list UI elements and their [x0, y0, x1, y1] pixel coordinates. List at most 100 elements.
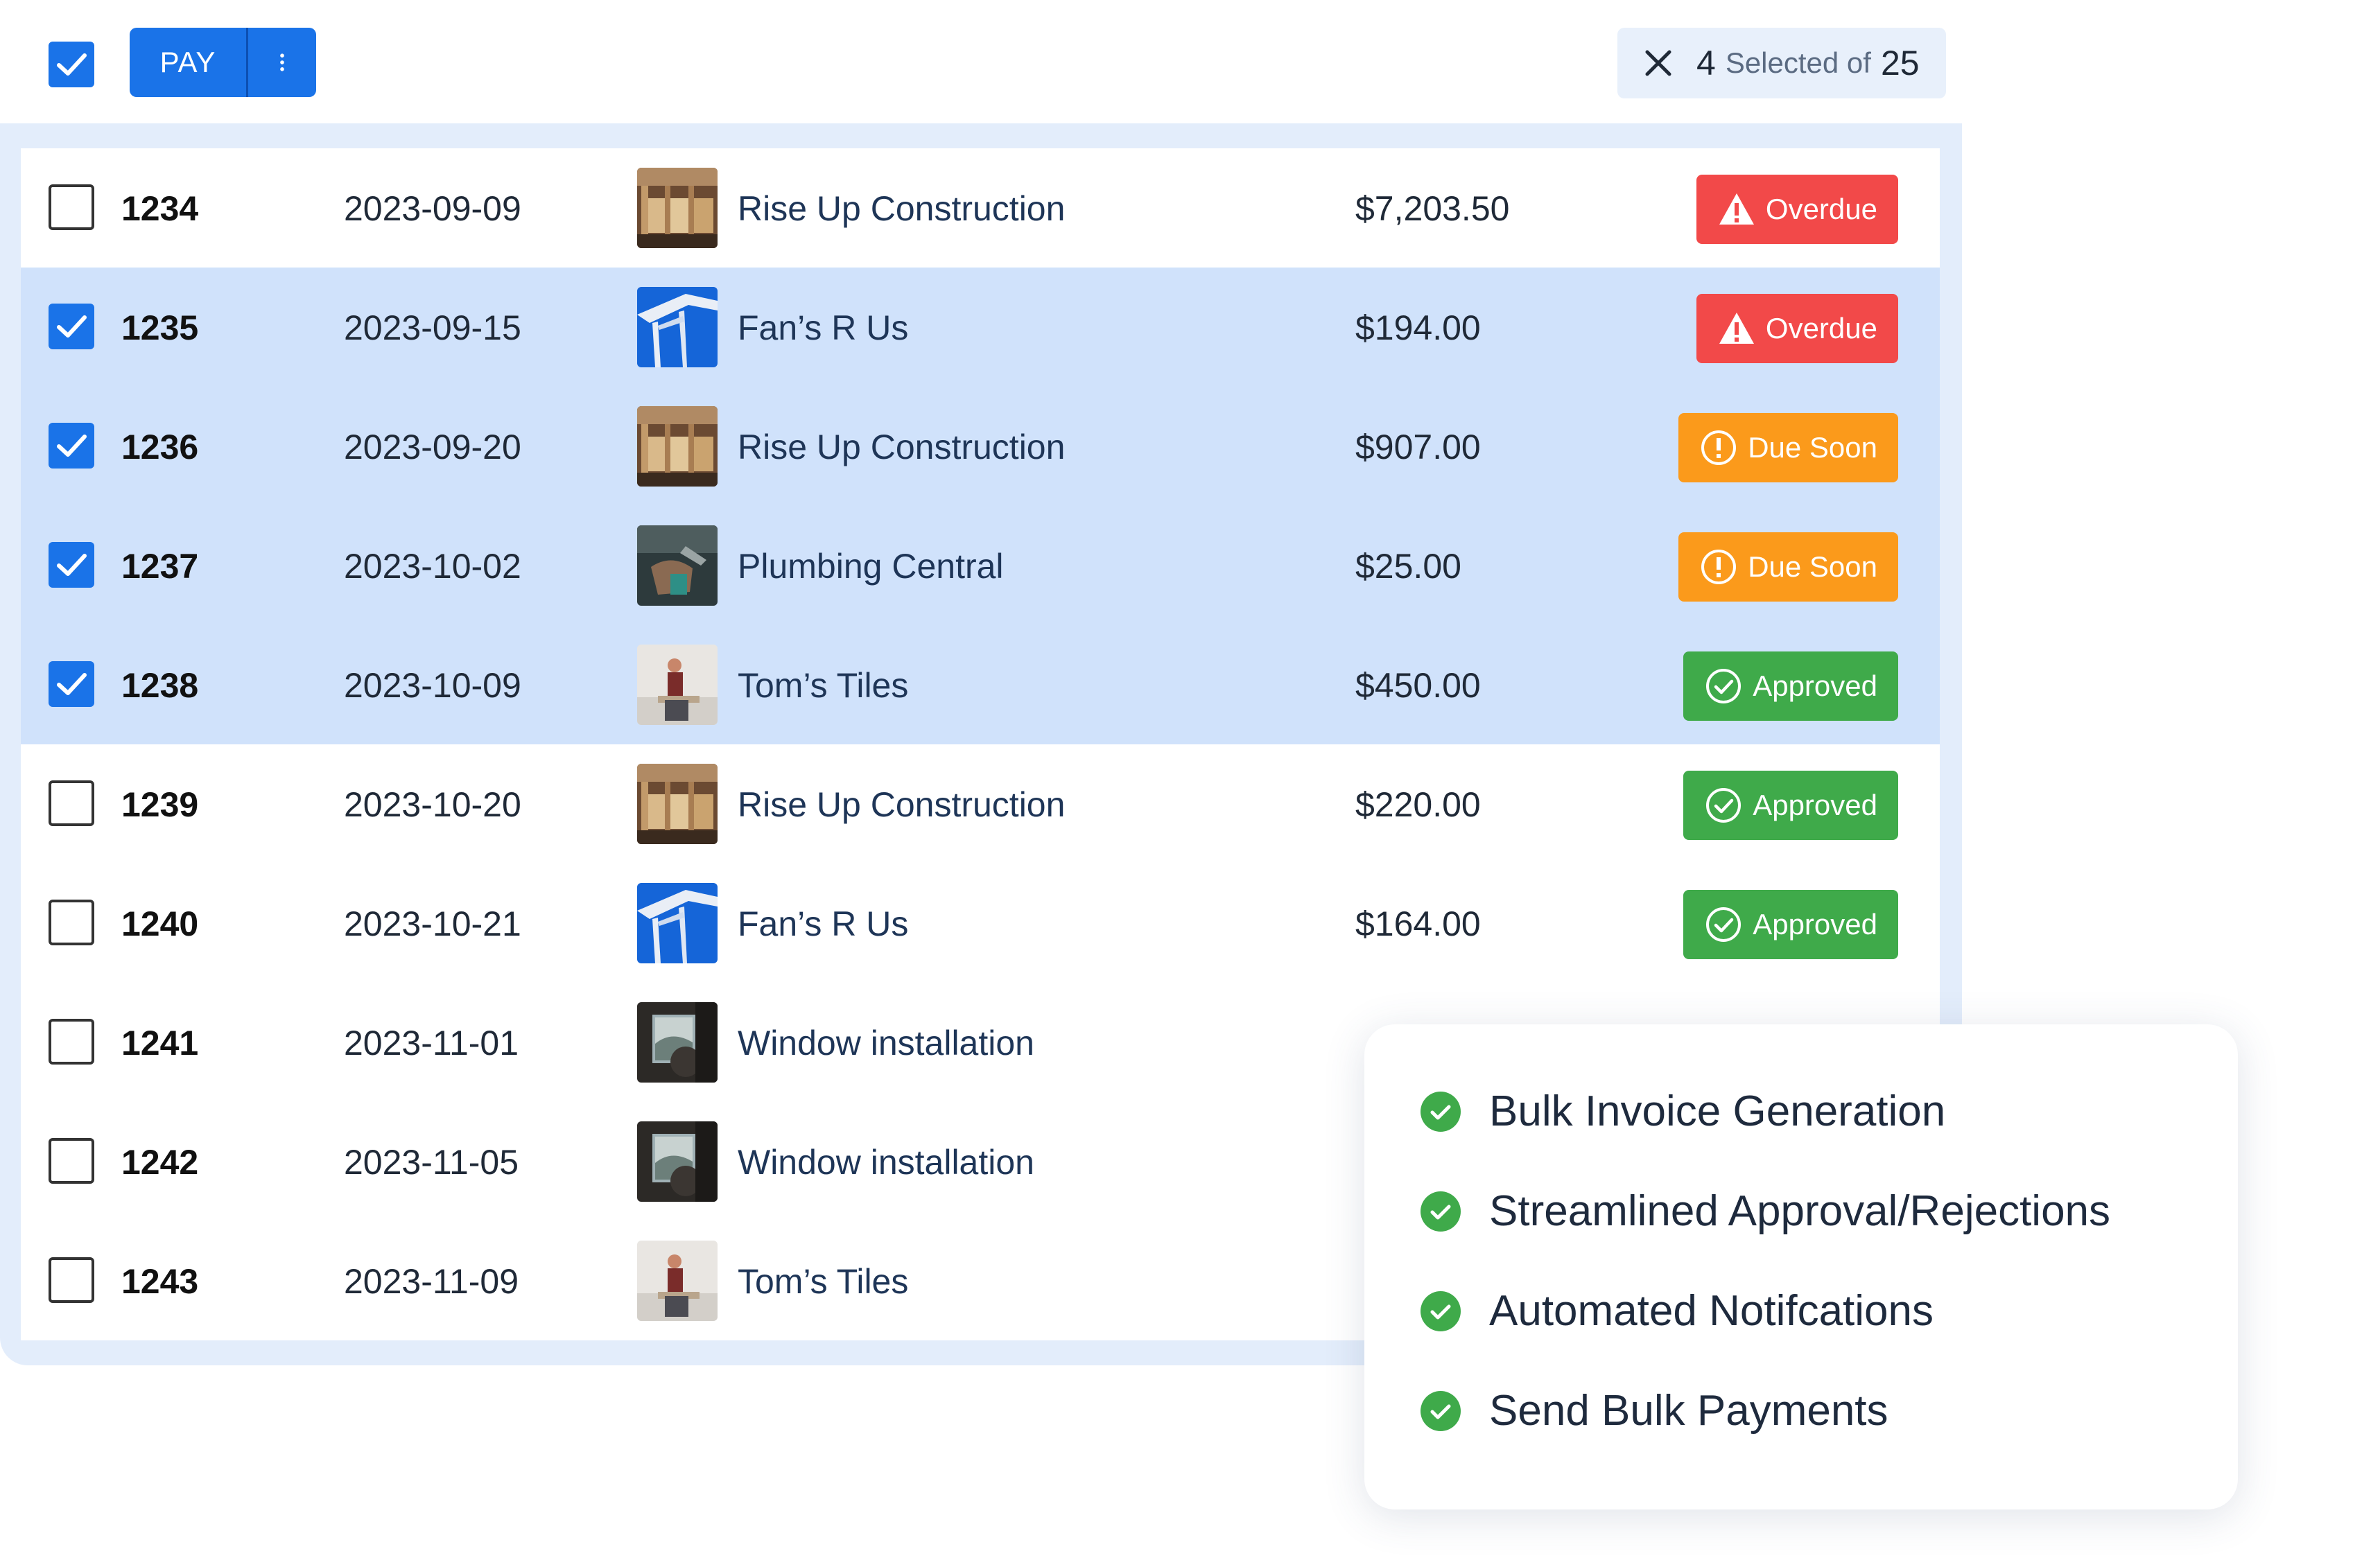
- table-row[interactable]: 1234 2023-09-09 Rise Up Construction $7,203…: [21, 148, 1940, 268]
- row-checkbox[interactable]: [49, 661, 94, 707]
- row-checkbox[interactable]: [49, 1257, 94, 1303]
- invoice-number: 1240: [121, 904, 199, 943]
- feature-item: Streamlined Approval/Rejections: [1420, 1187, 2110, 1236]
- vendor-name: Rise Up Construction: [738, 189, 1066, 228]
- check-circle-icon: [1706, 669, 1741, 703]
- vendor-avatar: [637, 525, 718, 606]
- invoice-number: 1235: [121, 308, 199, 347]
- vendor-name: Rise Up Construction: [738, 428, 1066, 466]
- vendor-name: Fan’s R Us: [738, 904, 909, 943]
- feature-item: Bulk Invoice Generation: [1420, 1087, 1945, 1136]
- close-icon[interactable]: [1641, 46, 1676, 80]
- pay-button-group: PAY: [130, 28, 316, 97]
- vendor-avatar: [637, 168, 718, 248]
- feature-label: Bulk Invoice Generation: [1489, 1087, 1946, 1135]
- status-badge: Overdue: [1696, 294, 1898, 363]
- status-badge: Overdue: [1696, 175, 1898, 244]
- table-row[interactable]: 1240 2023-10-21 Fan’s R Us $164.00 Approved: [21, 864, 1940, 983]
- invoice-date: 2023-09-09: [344, 189, 521, 228]
- invoice-date: 2023-10-20: [344, 785, 521, 824]
- invoice-number: 1242: [121, 1143, 199, 1182]
- table-row[interactable]: 1236 2023-09-20 Rise Up Construction $907.0…: [21, 387, 1940, 506]
- vendor-avatar: [637, 406, 718, 487]
- status-label: Approved: [1753, 908, 1877, 940]
- check-circle-icon: [1421, 1390, 1461, 1431]
- check-circle-icon: [1421, 1290, 1461, 1331]
- row-checkbox[interactable]: [49, 1019, 94, 1065]
- invoice-date: 2023-11-01: [344, 1024, 519, 1062]
- invoice-number: 1243: [121, 1262, 199, 1301]
- vendor-avatar: [637, 1121, 718, 1202]
- table-row[interactable]: 1238 2023-10-09 Tom’s Tiles $450.00 Approved: [21, 625, 1940, 744]
- invoice-number: 1237: [121, 547, 199, 586]
- status-badge: Approved: [1683, 771, 1898, 840]
- invoice-date: 2023-09-20: [344, 428, 521, 466]
- status-badge: Approved: [1683, 890, 1898, 959]
- select-all-checkbox[interactable]: [49, 42, 94, 87]
- vendor-avatar: [637, 764, 718, 844]
- check-circle-icon: [1421, 1191, 1461, 1232]
- invoice-amount: $450.00: [1355, 666, 1481, 705]
- status-label: Approved: [1753, 669, 1877, 702]
- warning-icon: [1719, 313, 1754, 344]
- vendor-name: Tom’s Tiles: [738, 666, 909, 705]
- vendor-name: Window installation: [738, 1143, 1034, 1182]
- invoice-date: 2023-10-02: [344, 547, 521, 586]
- selection-summary: 4 Selected of 25: [1617, 28, 1946, 98]
- selected-count: 4: [1696, 44, 1716, 82]
- invoice-number: 1241: [121, 1024, 199, 1062]
- invoice-amount: $25.00: [1355, 547, 1461, 586]
- vendor-name: Plumbing Central: [738, 547, 1004, 586]
- warning-icon: [1719, 193, 1754, 225]
- invoice-number: 1236: [121, 428, 199, 466]
- check-circle-icon: [1706, 788, 1741, 823]
- status-label: Due Soon: [1748, 431, 1877, 464]
- vendor-avatar: [637, 1002, 718, 1083]
- invoice-amount: $194.00: [1355, 308, 1481, 347]
- status-label: Overdue: [1765, 193, 1877, 225]
- invoice-number: 1238: [121, 666, 199, 705]
- row-checkbox[interactable]: [49, 304, 94, 349]
- table-row[interactable]: 1239 2023-10-20 Rise Up Construction $220.0…: [21, 744, 1940, 864]
- invoice-number: 1239: [121, 785, 199, 824]
- check-icon: [57, 673, 87, 695]
- stage: PAY 4 Selected of 25 1234 2023-09-09 Rise …: [0, 0, 2380, 1558]
- pay-button[interactable]: PAY: [130, 28, 246, 97]
- feature-label: Send Bulk Payments: [1489, 1387, 1888, 1435]
- vendor-avatar: [637, 645, 718, 725]
- vendor-avatar: [637, 883, 718, 963]
- feature-item: Send Bulk Payments: [1420, 1386, 1888, 1435]
- bulk-toolbar: PAY 4 Selected of 25: [0, 0, 1962, 125]
- more-options-button[interactable]: [246, 28, 316, 97]
- status-label: Overdue: [1765, 312, 1877, 344]
- row-checkbox[interactable]: [49, 542, 94, 588]
- row-checkbox[interactable]: [49, 423, 94, 469]
- row-checkbox[interactable]: [49, 780, 94, 826]
- check-icon: [57, 435, 87, 457]
- selected-of-label: Selected of: [1725, 46, 1871, 79]
- invoice-date: 2023-09-15: [344, 308, 521, 347]
- vendor-name: Fan’s R Us: [738, 308, 909, 347]
- check-circle-icon: [1421, 1091, 1461, 1132]
- check-icon: [57, 554, 87, 576]
- feature-label: Automated Notifcations: [1489, 1287, 1934, 1335]
- vendor-name: Tom’s Tiles: [738, 1262, 909, 1301]
- invoice-date: 2023-10-21: [344, 904, 521, 943]
- vendor-name: Window installation: [738, 1024, 1034, 1062]
- status-label: Approved: [1753, 789, 1877, 821]
- invoice-amount: $907.00: [1355, 428, 1481, 466]
- invoice-number: 1234: [121, 189, 199, 228]
- row-checkbox[interactable]: [49, 1138, 94, 1184]
- row-checkbox[interactable]: [49, 184, 94, 230]
- invoice-date: 2023-10-09: [344, 666, 521, 705]
- row-checkbox[interactable]: [49, 900, 94, 945]
- table-row[interactable]: 1237 2023-10-02 Plumbing Central $25.00 Due …: [21, 506, 1940, 625]
- status-badge: Approved: [1683, 651, 1898, 721]
- invoice-amount: $7,203.50: [1355, 189, 1510, 228]
- check-icon: [57, 53, 87, 76]
- vendor-name: Rise Up Construction: [738, 785, 1066, 824]
- invoice-amount: $164.00: [1355, 904, 1481, 943]
- table-row[interactable]: 1235 2023-09-15 Fan’s R Us $194.00 Overdue: [21, 268, 1940, 387]
- features-popover: Bulk Invoice Generation Streamlined Appro…: [1364, 1024, 2238, 1509]
- feature-item: Automated Notifcations: [1420, 1286, 1934, 1336]
